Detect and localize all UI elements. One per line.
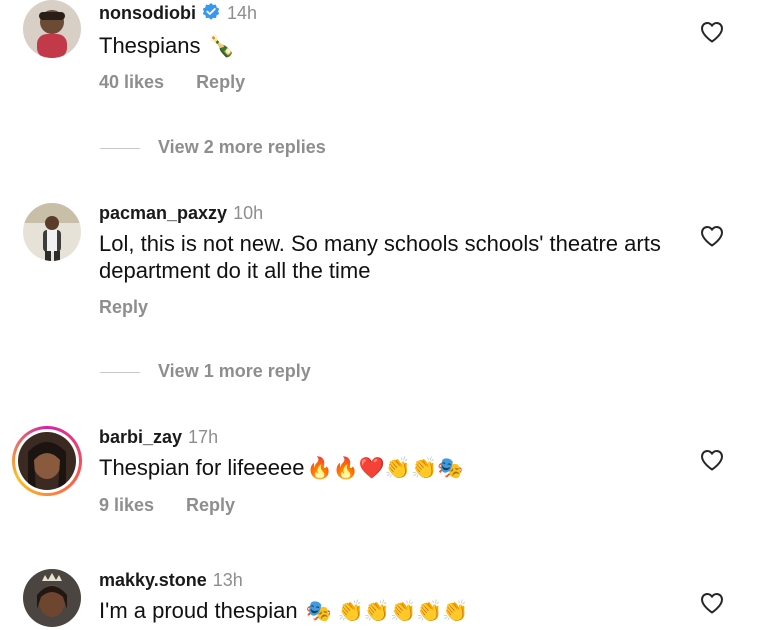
comment-text: Thespian for lifeeeee🔥🔥❤️👏👏🎭 [99,454,689,482]
username[interactable]: pacman_paxzy [99,203,227,223]
comment-meta: barbi_zay 17h [99,426,218,448]
comment-meta: makky.stone 13h [99,569,243,591]
avatar[interactable] [23,569,81,627]
timestamp: 10h [233,203,264,223]
avatar [18,432,76,490]
avatar[interactable] [23,203,81,261]
comment-actions: Reply [99,297,148,318]
emoji: 🍾 [208,35,235,58]
view-more-replies[interactable]: View 2 more replies [100,137,326,158]
emoji: 🎭 👏👏👏👏👏 [305,600,469,623]
comment-actions: 40 likes Reply [99,72,245,93]
comment-text: I'm a proud thespian 🎭 👏👏👏👏👏 [99,597,689,625]
comment-body: Lol, this is not new. So many schools sc… [99,231,661,283]
story-ring[interactable] [12,426,82,496]
comment-text: Lol, this is not new. So many schools sc… [99,230,689,284]
heart-outline-icon[interactable] [700,449,724,471]
username[interactable]: makky.stone [99,570,207,590]
comment-meta: nonsodiobi 14h [99,2,257,27]
comment-body: Thespians [99,33,201,58]
divider-line [100,371,140,373]
view-more-label: View 2 more replies [158,137,326,157]
username[interactable]: barbi_zay [99,427,182,447]
timestamp: 17h [188,427,219,447]
likes-count[interactable]: 9 likes [99,495,154,515]
verified-badge-icon [201,2,221,27]
view-more-label: View 1 more reply [158,361,311,381]
reply-button[interactable]: Reply [196,72,245,92]
comment-body: I'm a proud thespian [99,598,298,623]
timestamp: 13h [212,570,243,590]
username[interactable]: nonsodiobi [99,3,196,23]
timestamp: 14h [226,3,258,23]
divider-line [100,147,140,149]
heart-outline-icon[interactable] [700,225,724,247]
comment-meta: pacman_paxzy 10h [99,202,263,224]
heart-outline-icon[interactable] [700,592,724,614]
emoji: 🔥🔥❤️👏👏🎭 [306,457,464,480]
avatar[interactable] [23,0,81,58]
comment-text: Thespians 🍾 [99,32,689,60]
comment-actions: 9 likes Reply [99,495,235,516]
reply-button[interactable]: Reply [186,495,235,515]
reply-button[interactable]: Reply [99,297,148,317]
comment-body: Thespian for lifeeeee [99,455,305,480]
likes-count[interactable]: 40 likes [99,72,164,92]
view-more-replies[interactable]: View 1 more reply [100,361,311,382]
heart-outline-icon[interactable] [700,21,724,43]
